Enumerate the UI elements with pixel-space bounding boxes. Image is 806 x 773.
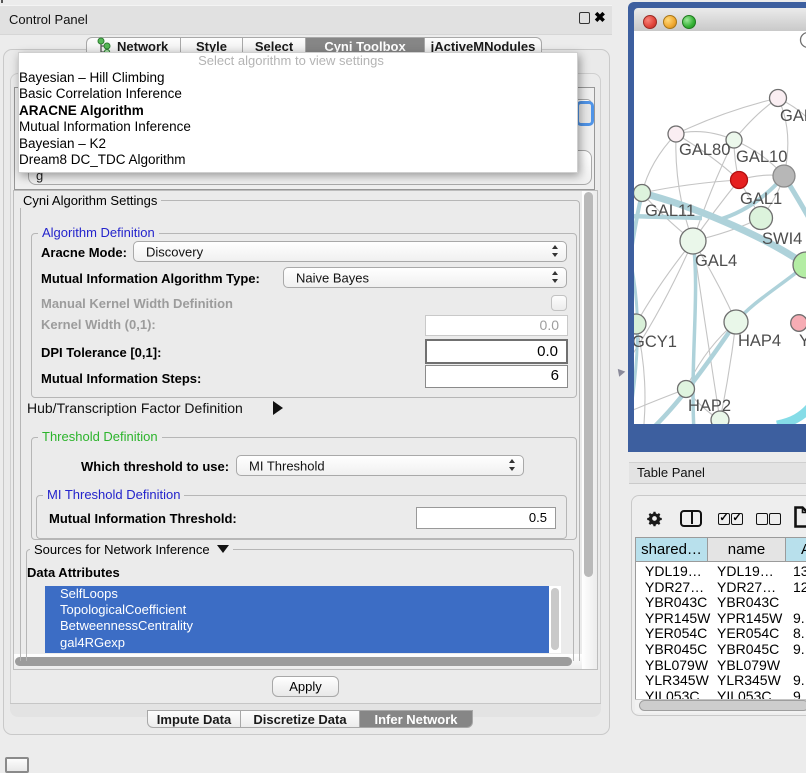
- svg-text:Y: Y: [799, 332, 806, 350]
- svg-text:GAL10: GAL10: [736, 148, 787, 166]
- svg-text:GAL80: GAL80: [679, 141, 730, 159]
- svg-text:GCY1: GCY1: [634, 333, 677, 351]
- svg-text:GAL11: GAL11: [645, 202, 695, 220]
- svg-text:GAL4: GAL4: [695, 252, 737, 270]
- svg-text:HAP2: HAP2: [688, 397, 731, 415]
- svg-text:SWI4: SWI4: [762, 230, 802, 248]
- svg-text:GAL7: GAL7: [780, 107, 806, 125]
- svg-text:GAL1: GAL1: [740, 190, 782, 208]
- svg-text:HAP4: HAP4: [738, 332, 781, 350]
